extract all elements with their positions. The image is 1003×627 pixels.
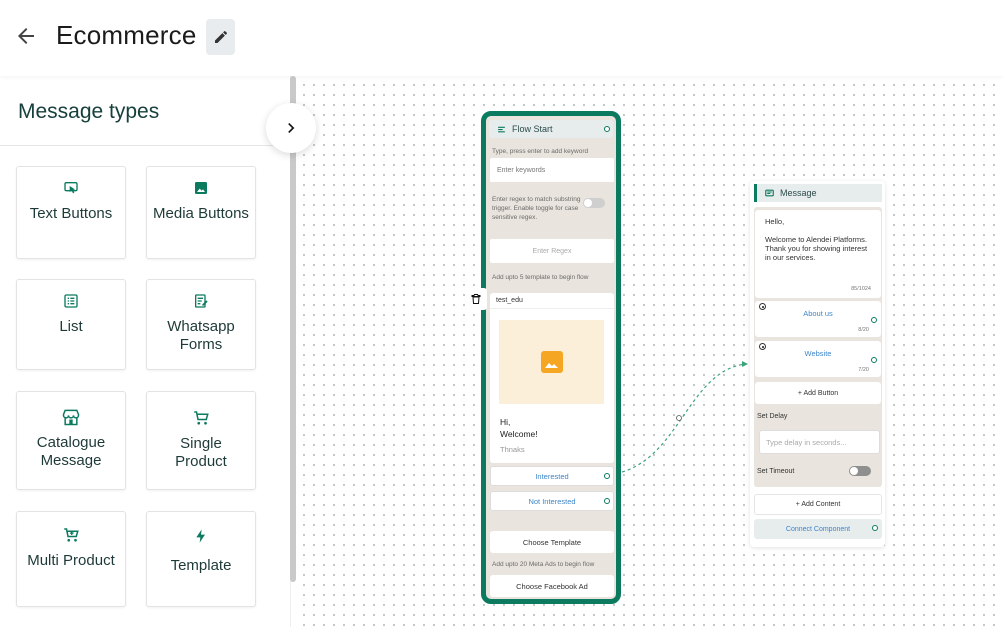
tile-catalogue-message[interactable]: Catalogue Message [16, 391, 126, 490]
edit-title-button[interactable] [206, 19, 235, 55]
template-button-label: Not Interested [528, 496, 576, 506]
regex-input[interactable]: Enter Regex [490, 239, 614, 263]
tile-list[interactable]: List [16, 279, 126, 370]
flow-canvas[interactable] [296, 76, 1003, 627]
message-types-sidebar: Message types Text Buttons Media Buttons… [0, 76, 291, 627]
tile-media-buttons[interactable]: Media Buttons [146, 166, 256, 259]
text-buttons-icon [64, 182, 78, 194]
output-handle[interactable] [872, 525, 878, 531]
trash-icon [471, 294, 481, 304]
list-icon [64, 294, 78, 308]
template-card[interactable]: test_edu Hi, Welcome! Thnaks [490, 293, 614, 463]
collapse-sidebar-button[interactable] [266, 103, 316, 153]
tile-whatsapp-forms[interactable]: Whatsapp Forms [146, 279, 256, 370]
back-button[interactable] [12, 22, 40, 50]
message-text[interactable]: Hello, Welcome to Alendei Platforms. Tha… [755, 210, 881, 298]
message-char-count: 85/1024 [851, 286, 871, 292]
template-button-label: Interested [535, 471, 569, 481]
image-icon [195, 182, 207, 194]
regex-hint: Enter regex to match substring trigger. … [492, 196, 581, 221]
tile-label: Template [170, 557, 232, 574]
sidebar-divider [0, 145, 291, 146]
meta-ads-hint: Add upto 20 Meta Ads to begin flow [492, 561, 595, 568]
flow-start-node[interactable]: Flow Start Type, press enter to add keyw… [481, 111, 621, 604]
message-icon [765, 189, 774, 196]
arrow-left-icon [18, 28, 34, 44]
tile-single-product[interactable]: Single Product [146, 391, 256, 490]
message-button-website[interactable]: Website 7/20 [755, 341, 881, 377]
tile-label: Whatsapp Forms [167, 318, 235, 353]
template-media [499, 320, 604, 404]
tile-label: Single Product [175, 435, 227, 470]
connect-component-button[interactable]: Connect Component [754, 519, 882, 539]
connect-component-label: Connect Component [785, 525, 851, 533]
image-placeholder-icon [540, 351, 563, 373]
button-char-count: 8/20 [858, 327, 869, 333]
flow-icon [498, 126, 505, 132]
tile-label: Multi Product [27, 552, 115, 569]
message-text-line [765, 226, 871, 235]
button-label: Website [804, 349, 832, 358]
template-name: test_edu [496, 297, 523, 304]
timeout-toggle[interactable] [849, 466, 871, 476]
pencil-icon [214, 30, 227, 43]
template-hint: Add upto 5 template to begin flow [492, 274, 589, 281]
keyword-input[interactable]: Enter keywords [490, 158, 614, 182]
flow-start-title: Flow Start [512, 124, 553, 134]
template-footer: Thnaks [500, 445, 525, 454]
set-delay-label: Set Delay [757, 413, 788, 420]
tile-template[interactable]: Template [146, 511, 256, 607]
message-node[interactable]: Message Hello, Welcome to Alendei Platfo… [750, 181, 885, 547]
form-icon [195, 294, 208, 308]
top-header: Ecommerce [0, 0, 1003, 76]
tile-label: Text Buttons [29, 205, 113, 222]
tile-label: List [59, 318, 83, 335]
tile-label: Catalogue Message [36, 434, 106, 469]
output-handle[interactable] [604, 126, 610, 132]
message-title: Message [780, 188, 817, 198]
output-handle[interactable] [604, 498, 610, 504]
cart-icon [194, 411, 209, 425]
button-label: About us [803, 309, 833, 318]
message-button-about-us[interactable]: About us 8/20 [755, 301, 881, 337]
output-handle[interactable] [604, 473, 610, 479]
delete-template-button[interactable] [465, 288, 487, 310]
template-button-interested[interactable]: Interested [490, 466, 614, 486]
output-handle[interactable] [871, 357, 877, 363]
cart-plus-icon [64, 528, 79, 542]
message-text-line: Welcome to Alendei Platforms. Thank you … [765, 235, 868, 262]
output-handle[interactable] [871, 317, 877, 323]
flow-start-header[interactable]: Flow Start [489, 120, 613, 138]
template-button-not-interested[interactable]: Not Interested [490, 491, 614, 511]
sidebar-title: Message types [18, 100, 160, 123]
message-text-line: Hello, [765, 217, 785, 226]
template-divider [490, 308, 614, 309]
store-icon [62, 409, 80, 426]
bolt-icon [196, 529, 205, 543]
template-body: Welcome! [500, 429, 538, 439]
tile-label: Media Buttons [153, 205, 249, 222]
message-header[interactable]: Message [754, 184, 882, 202]
choose-template-button[interactable]: Choose Template [490, 531, 614, 553]
tile-multi-product[interactable]: Multi Product [16, 511, 126, 607]
template-greeting: Hi, [500, 417, 511, 427]
add-button-button[interactable]: + Add Button [755, 382, 881, 404]
set-timeout-label: Set Timeout [757, 468, 795, 475]
button-char-count: 7/20 [858, 367, 869, 373]
chevron-right-icon [288, 123, 295, 133]
case-sensitive-toggle[interactable] [583, 198, 605, 208]
page-title: Ecommerce [56, 20, 197, 50]
delay-input[interactable]: Type delay in seconds... [759, 430, 880, 454]
tile-text-buttons[interactable]: Text Buttons [16, 166, 126, 259]
keyword-hint: Type, press enter to add keyword [492, 148, 589, 155]
choose-facebook-ad-button[interactable]: Choose Facebook Ad [490, 575, 614, 597]
add-content-button[interactable]: + Add Content [754, 494, 882, 515]
